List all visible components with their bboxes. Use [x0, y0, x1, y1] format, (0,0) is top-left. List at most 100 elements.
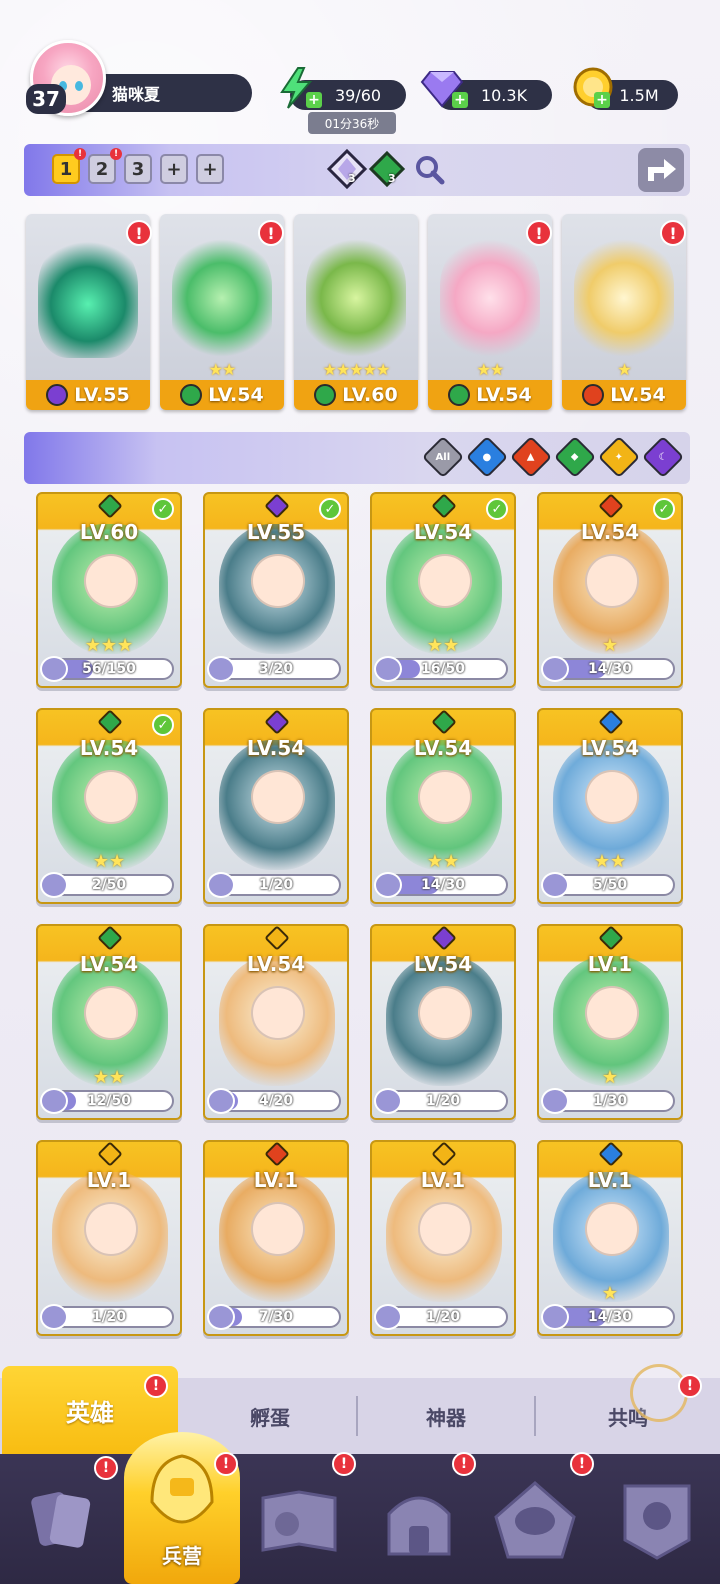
nav-map[interactable]	[254, 1470, 344, 1570]
nav-alert-badge: !	[332, 1452, 356, 1476]
hero-card[interactable]: LV.60 ✓ ★★★ 56/150	[36, 492, 182, 688]
fire-element-icon	[264, 1142, 290, 1167]
nature-element-icon	[97, 926, 123, 951]
team-slot-add-4[interactable]: +	[160, 154, 188, 184]
hero-card[interactable]: LV.54 ✓ ★★ 2/50	[36, 708, 182, 904]
fragment-icon	[40, 872, 68, 898]
hero-stars: ★	[601, 1067, 619, 1088]
hero-portrait	[84, 986, 138, 1040]
team-slot-3[interactable]: 3	[124, 154, 152, 184]
hero-level: LV.1	[253, 1168, 299, 1192]
fragment-icon	[541, 1088, 569, 1114]
team-slot-label: 1	[59, 158, 73, 180]
slot-alert-dot: !	[74, 148, 86, 160]
fragment-icon	[374, 656, 402, 682]
green-token-count: 3	[388, 172, 396, 185]
fragment-icon	[207, 656, 235, 682]
hero-level: LV.60	[79, 520, 139, 544]
nature-element-icon	[598, 926, 624, 951]
coins-value: 1.5M	[619, 85, 659, 105]
hero-card[interactable]: LV.54 ✓ ★★ 16/50	[370, 492, 516, 688]
nav-guild[interactable]	[612, 1470, 702, 1570]
share-button[interactable]	[638, 148, 684, 192]
hero-card[interactable]: LV.54 1/20	[203, 708, 349, 904]
team-level: LV.60	[342, 384, 398, 406]
light-element-icon	[97, 1142, 123, 1167]
light-element-icon	[264, 926, 290, 951]
hero-level: LV.54	[79, 952, 139, 976]
castle-icon	[387, 1496, 451, 1556]
team-stars: ★★	[208, 360, 237, 379]
hero-art	[440, 238, 540, 358]
nature-element-icon	[314, 384, 337, 406]
mushroom-house-icon	[494, 1481, 576, 1559]
add-coins-button[interactable]: +	[594, 92, 610, 108]
nav-cards[interactable]	[16, 1470, 106, 1570]
search-icon[interactable]	[414, 154, 446, 186]
hero-card[interactable]: LV.1 7/30	[203, 1140, 349, 1336]
hero-level: LV.1	[587, 952, 633, 976]
nav-mushroom[interactable]	[490, 1470, 580, 1570]
dark-element-icon	[264, 710, 290, 735]
hero-stars: ★★	[426, 635, 460, 656]
hero-card[interactable]: LV.54 ★★ 12/50	[36, 924, 182, 1120]
player-name-pill[interactable]: 猫咪夏	[84, 74, 252, 112]
add-gems-button[interactable]: +	[452, 92, 468, 108]
nature-element-icon	[97, 710, 123, 735]
team-alert-badge: !	[526, 220, 552, 246]
hero-level: LV.54	[413, 952, 473, 976]
team-slot-add-5[interactable]: +	[196, 154, 224, 184]
nav-castle[interactable]	[374, 1470, 464, 1570]
hero-stars: ★	[601, 1283, 619, 1304]
hero-portrait	[418, 554, 472, 608]
hero-portrait	[251, 986, 305, 1040]
crystal-token-icon[interactable]	[326, 148, 368, 190]
hero-card[interactable]: LV.55 ✓ 3/20	[203, 492, 349, 688]
gems-value: 10.3K	[480, 85, 528, 105]
hero-portrait	[585, 1202, 639, 1256]
hero-card[interactable]: LV.54 ★★ 5/50	[537, 708, 683, 904]
barracks-icon	[150, 1454, 214, 1524]
hero-card[interactable]: LV.1 1/20	[370, 1140, 516, 1336]
add-energy-button[interactable]: +	[306, 92, 322, 108]
team-stars: ★★★★★	[322, 360, 391, 379]
hero-portrait	[84, 1202, 138, 1256]
hero-level: LV.1	[86, 1168, 132, 1192]
tab-incubate-label: 孵蛋	[250, 1405, 290, 1430]
hero-card[interactable]: LV.54 1/20	[370, 924, 516, 1120]
team-card[interactable]: ★★★★★ LV.60	[294, 214, 418, 410]
hero-level: LV.54	[246, 736, 306, 760]
hero-card[interactable]: LV.54 ★★ 14/30	[370, 708, 516, 904]
green-token-icon[interactable]	[368, 150, 406, 188]
fragment-icon	[207, 1088, 235, 1114]
energy-value: 39/60	[334, 85, 382, 105]
fragment-icon	[40, 1088, 68, 1114]
hero-card[interactable]: LV.1 ★ 1/30	[537, 924, 683, 1120]
hero-card[interactable]: LV.54 ✓ ★ 14/30	[537, 492, 683, 688]
in-team-check-icon: ✓	[152, 498, 174, 520]
nav-alert-badge: !	[452, 1452, 476, 1476]
fragment-icon	[374, 872, 402, 898]
hero-portrait	[251, 1202, 305, 1256]
hero-card[interactable]: LV.1 1/20	[36, 1140, 182, 1336]
tab-artifacts-label: 神器	[426, 1405, 466, 1430]
hero-art	[172, 238, 272, 358]
team-stars: ★★	[476, 360, 505, 379]
team-level-band: LV.60	[294, 380, 418, 410]
hero-stars: ★★	[426, 851, 460, 872]
nature-element-icon	[431, 710, 457, 735]
hero-stars: ★★	[92, 851, 126, 872]
hero-art	[306, 238, 406, 358]
hero-card[interactable]: LV.1 ★ 14/30	[537, 1140, 683, 1336]
hero-level: LV.54	[413, 520, 473, 544]
tab-alert-badge: !	[144, 1374, 168, 1398]
hero-card[interactable]: LV.54 4/20	[203, 924, 349, 1120]
avatar-eye-icon	[75, 81, 83, 91]
tab-artifacts[interactable]: 神器	[358, 1378, 534, 1454]
water-element-icon: ●	[482, 451, 492, 463]
nature-element-icon	[97, 494, 123, 519]
energy-timer: 01分36秒	[308, 112, 396, 134]
hero-portrait	[585, 770, 639, 824]
hero-portrait	[418, 986, 472, 1040]
nav-barracks-label: 兵营	[162, 1544, 202, 1568]
